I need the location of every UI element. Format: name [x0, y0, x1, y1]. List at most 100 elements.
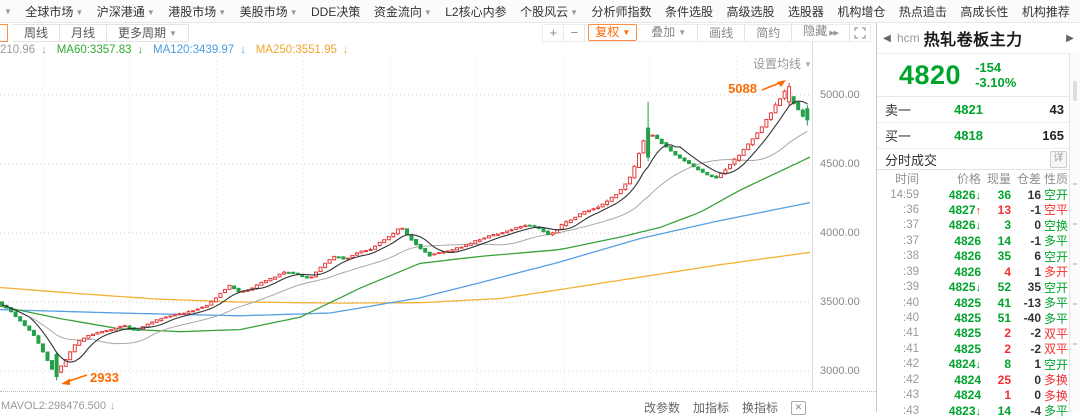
trade-time: :42 [877, 374, 919, 386]
tick-table[interactable]: 14:594826↓3616空开:364827↑13-1空平:374826↓30… [877, 186, 1080, 418]
close-pane-icon[interactable]: ✕ [791, 401, 806, 415]
chevron-down-icon: ▼ [424, 8, 432, 17]
trade-price: 4824 [919, 373, 981, 387]
instrument-header: ◀ hcm 热轧卷板主力 ▶ [877, 23, 1080, 54]
chevron-down-icon: ▼ [290, 8, 298, 17]
menu-item-11[interactable]: 高级选股 [726, 3, 774, 20]
chevron-down-icon: ▼ [570, 8, 578, 17]
prev-instrument-button[interactable]: ◀ [879, 33, 895, 44]
scroll-up-icon[interactable]: ▲ [1058, 170, 1067, 180]
panel-scrollbar[interactable] [1069, 53, 1080, 412]
adjust-price-button[interactable]: 复权▼ [588, 24, 637, 41]
chevron-down-icon: ▼ [678, 28, 686, 37]
menu-item-1[interactable]: 全球市场▼ [25, 3, 83, 20]
ask-qty: 43 [1050, 102, 1064, 117]
scrollbar-tick [1073, 343, 1077, 345]
menu-item-0[interactable]: ▼ [2, 4, 12, 18]
bid-qty: 165 [1042, 128, 1064, 143]
trade-price: 4827↑ [919, 203, 981, 217]
price-axis: 5000.004500.004000.003500.003000.00 [812, 42, 876, 391]
menu-item-label: 全球市场 [25, 5, 73, 19]
switch-indicator-button[interactable]: 换指标 [742, 399, 778, 416]
low-annotation: 2933 [90, 370, 119, 385]
period-monthly-button[interactable]: 月线 [60, 25, 107, 41]
chevron-down-icon: ▼ [622, 28, 630, 37]
ma-label-3: MA250:3551.95 [256, 44, 337, 56]
menu-item-10[interactable]: 条件选股 [665, 3, 713, 20]
fullscreen-button[interactable] [850, 25, 870, 41]
ma-indicator-labels: 210.96↓MA60:3357.83↓MA120:3439.97↓MA250:… [0, 44, 358, 56]
overlay-button[interactable]: 叠加▼ [640, 24, 698, 41]
menu-item-7[interactable]: L2核心内参 [445, 3, 506, 20]
trade-nature: 空平 [1041, 201, 1070, 218]
open-interest-change: -2 [1011, 326, 1041, 340]
trade-volume: 4 [981, 265, 1011, 279]
tick-row: :40482551-40多平 [877, 310, 1080, 325]
open-interest-change: 16 [1011, 188, 1041, 202]
candlestick-chart-area[interactable]: 50882933 210.96↓MA60:3357.83↓MA120:3439.… [0, 42, 812, 391]
bid-label: 买一 [885, 126, 921, 145]
open-interest-change: 0 [1011, 373, 1041, 387]
trade-nature: 空开 [1041, 186, 1070, 203]
zoom-out-button[interactable]: − [564, 25, 585, 41]
next-instrument-button[interactable]: ▶ [1062, 33, 1078, 44]
trade-nature: 空开 [1041, 248, 1070, 265]
tick-trades-title: 分时成交 [885, 150, 937, 169]
menu-item-5[interactable]: DDE决策 [311, 3, 360, 20]
tick-table-header: 时间价格现量仓差性质 [877, 170, 1080, 186]
tick-row: 14:594826↓3616空开 [877, 186, 1080, 201]
menu-item-8[interactable]: 个股风云▼ [520, 3, 578, 20]
menu-item-14[interactable]: 热点追击 [899, 3, 947, 20]
menu-item-label: 资金流向 [374, 5, 422, 19]
price-block: 4820 -154 -3.10% [877, 54, 1080, 97]
ask-price: 4821 [921, 102, 983, 117]
trade-nature: 双平 [1041, 340, 1070, 357]
change-params-button[interactable]: 改参数 [644, 399, 680, 416]
price-tick: 4500.00 [820, 158, 860, 170]
menu-item-3[interactable]: 港股市场▼ [168, 3, 226, 20]
trade-price: 4825↓ [919, 280, 981, 294]
candlestick-chart[interactable]: 50882933 [0, 42, 812, 391]
tick-row: :424824↓81空开 [877, 356, 1080, 371]
trade-volume: 13 [981, 203, 1011, 217]
trade-price: 4826↓ [919, 188, 981, 202]
trade-nature: 多平 [1041, 294, 1070, 311]
trade-price: 4825 [919, 342, 981, 356]
column-header-0: 时间 [877, 170, 919, 187]
period-weekly-button[interactable]: 周线 [13, 25, 60, 41]
trade-nature: 空换 [1041, 217, 1070, 234]
trade-volume: 8 [981, 357, 1011, 371]
menu-item-2[interactable]: 沪深港通▼ [97, 3, 155, 20]
trade-price: 4826 [919, 249, 981, 263]
menu-item-16[interactable]: 机构推荐 [1022, 3, 1070, 20]
tick-trades-header: 分时成交 详 [877, 149, 1080, 170]
draw-line-button[interactable]: 画线 [698, 25, 745, 41]
trade-nature: 空开 [1041, 279, 1070, 296]
tick-detail-button[interactable]: 详 [1050, 151, 1067, 168]
add-indicator-button[interactable]: 加指标 [693, 399, 729, 416]
down-arrow-icon: ↓ [110, 400, 116, 412]
zoom-in-button[interactable]: + [543, 25, 564, 41]
menu-item-9[interactable]: 分析师指数 [591, 3, 651, 20]
trade-nature: 多平 [1041, 402, 1070, 418]
period-more-button[interactable]: 更多周期▼ [107, 25, 188, 41]
ma-settings-button[interactable]: 设置均线▼ [753, 55, 812, 72]
menu-item-4[interactable]: 美股市场▼ [240, 3, 298, 20]
trade-volume: 14 [981, 234, 1011, 248]
menu-item-15[interactable]: 高成长性 [960, 3, 1008, 20]
menu-item-6[interactable]: 资金流向▼ [374, 3, 432, 20]
menu-item-13[interactable]: 机构增仓 [837, 3, 885, 20]
hide-button[interactable]: 隐藏▶▶ [792, 23, 850, 42]
scrollbar-thumb[interactable] [1073, 81, 1077, 101]
chart-tools-group: + − 复权▼ 叠加▼ 画线 简约 隐藏▶▶ [542, 24, 871, 42]
double-right-arrow-icon: ▶▶ [829, 30, 838, 37]
trade-time: 14:59 [877, 189, 919, 201]
instrument-name: 热轧卷板主力 [924, 26, 1023, 50]
simple-mode-button[interactable]: 简约 [745, 25, 792, 41]
trade-volume: 35 [981, 249, 1011, 263]
trade-volume: 36 [981, 188, 1011, 202]
tick-row: :4148252-2双平 [877, 325, 1080, 340]
menu-item-12[interactable]: 选股器 [788, 3, 824, 20]
trade-nature: 多开 [1041, 263, 1070, 280]
active-period-button-partial[interactable] [0, 24, 8, 42]
